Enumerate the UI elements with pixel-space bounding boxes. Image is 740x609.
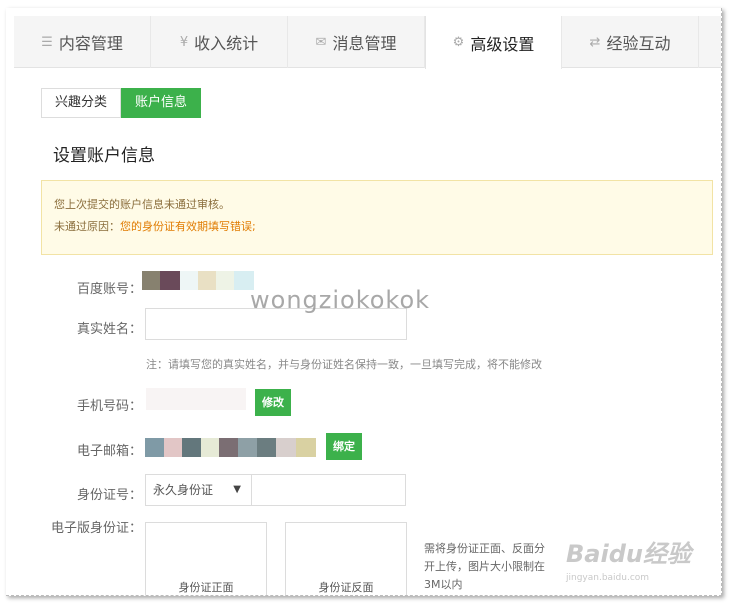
gear-icon: ⚙ [452, 35, 465, 50]
tab-label: 内容管理 [58, 34, 123, 53]
mask-block [276, 438, 296, 457]
tab-label: 经验互动 [606, 34, 671, 53]
id-front-label: 身份证正面 [178, 581, 234, 594]
list-icon: ☰ [41, 34, 53, 50]
mask-block [145, 438, 164, 457]
mask-block [142, 271, 160, 290]
id-number-label: 身份证号： [76, 488, 142, 503]
email-bind-button[interactable]: 绑定 [326, 433, 362, 460]
main-tab-bar: ☰ 内容管理 ¥ 收入统计 ✉ 消息管理 ⚙ 高级设置 ⇄ 经验互动 [14, 16, 721, 69]
mail-icon: ✉ [315, 34, 327, 50]
mask-block [238, 438, 257, 457]
mask-block [160, 271, 180, 290]
email-label: 电子邮箱： [76, 444, 142, 459]
yen-icon: ¥ [179, 34, 189, 50]
phone-value-masked [146, 388, 246, 410]
notice-line-2: 未通过原因：您的身份证有效期填写错误; [54, 216, 700, 238]
baidu-watermark: Baidu经验 jingyan.baidu.com [566, 534, 706, 584]
id-front-upload[interactable]: 身份证正面 [145, 522, 267, 595]
review-notice: 您上次提交的账户信息未通过审核。 未通过原因：您的身份证有效期填写错误; [41, 180, 713, 255]
id-type-select[interactable]: 永久身份证 ▼ [145, 474, 252, 506]
subtab-account-info[interactable]: 账户信息 [121, 88, 202, 118]
real-name-label: 真实姓名： [76, 322, 142, 337]
page-title: 设置账户信息 [53, 146, 155, 166]
screenshot-frame: ☰ 内容管理 ¥ 收入统计 ✉ 消息管理 ⚙ 高级设置 ⇄ 经验互动 兴趣分类 账户信息 设置账户… [6, 8, 722, 596]
tab-1[interactable]: ¥ 收入统计 [151, 16, 288, 68]
real-name-note: 注：请填写您的真实姓名，并与身份证姓名保持一致，一旦填写完成，将不能修改 [146, 358, 542, 371]
id-scan-label: 电子版身份证： [50, 521, 142, 536]
notice-reason-text: 您的身份证有效期填写错误; [120, 220, 256, 233]
notice-line-1: 您上次提交的账户信息未通过审核。 [54, 198, 230, 211]
notice-reason-prefix: 未通过原因： [54, 220, 120, 233]
mask-block [182, 438, 201, 457]
phone-label: 手机号码： [76, 399, 142, 414]
mask-block [219, 438, 238, 457]
tab-label: 高级设置 [470, 34, 535, 54]
mask-block [216, 271, 234, 290]
mask-block [180, 271, 198, 290]
tab-0[interactable]: ☰ 内容管理 [14, 16, 151, 68]
chevron-down-icon: ▼ [233, 484, 241, 495]
phone-edit-button[interactable]: 修改 [255, 389, 291, 416]
id-back-upload[interactable]: 身份证反面 [285, 522, 407, 595]
tab-label: 消息管理 [332, 34, 397, 53]
baidu-watermark-url: jingyan.baidu.com [566, 573, 650, 583]
mask-block [201, 438, 219, 457]
id-type-selected: 永久身份证 [153, 483, 214, 497]
sub-tab-bar: 兴趣分类 账户信息 [41, 88, 202, 118]
mask-block [296, 438, 316, 457]
mask-block [164, 438, 182, 457]
id-back-label: 身份证反面 [318, 581, 374, 594]
baidu-account-label: 百度账号： [76, 282, 142, 297]
tab-label: 收入统计 [194, 34, 259, 53]
mask-block [198, 271, 216, 290]
mask-block [257, 438, 276, 457]
subtab-interest-category[interactable]: 兴趣分类 [41, 88, 122, 118]
watermark-text: wongziokokok [250, 286, 431, 314]
id-number-input[interactable] [251, 474, 406, 506]
baidu-logo-text: Baidu经验 [566, 540, 691, 568]
exchange-icon: ⇄ [589, 34, 601, 50]
tab-4[interactable]: ⇄ 经验互动 [562, 16, 699, 68]
tab-3[interactable]: ⚙ 高级设置 [425, 16, 562, 69]
tab-2[interactable]: ✉ 消息管理 [288, 16, 425, 68]
upload-hint: 需将身份证正面、反面分开上传，图片大小限制在3M以内 [424, 542, 545, 591]
